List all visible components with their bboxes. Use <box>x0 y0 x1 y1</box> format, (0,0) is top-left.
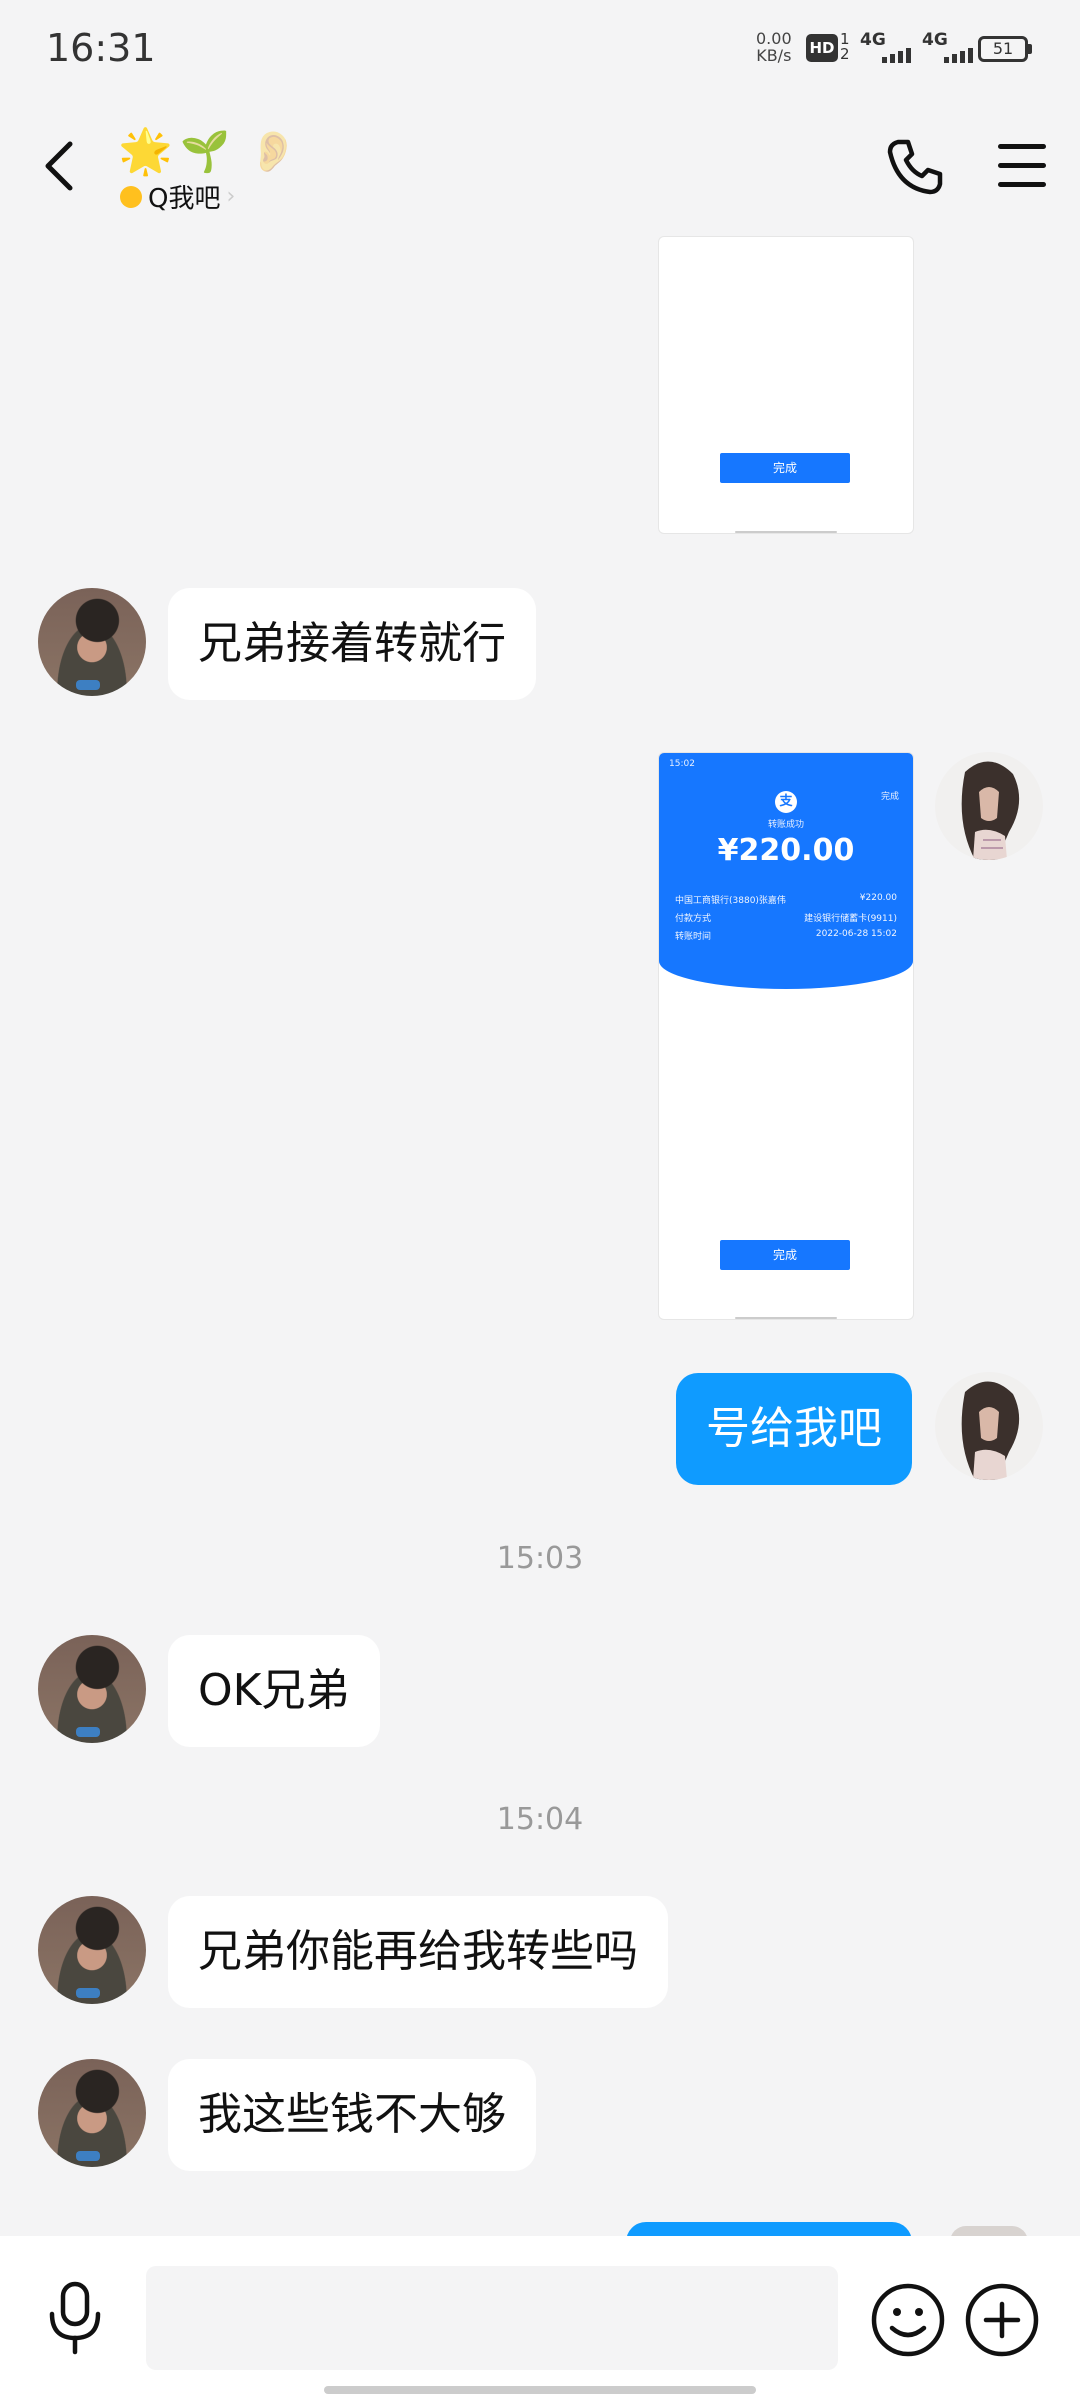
message-bubble-right[interactable]: 号给我吧 <box>676 1373 912 1485</box>
title-ear-emoji: 👂 <box>248 129 298 175</box>
payee-value: ¥220.00 <box>859 893 897 903</box>
network-speed: 0.00 KB/s <box>756 30 792 64</box>
network-speed-value: 0.00 <box>756 29 792 48</box>
hd-voice-icon: HD <box>806 34 838 62</box>
menu-icon[interactable] <box>998 144 1046 188</box>
message-bubble-left[interactable]: OK兄弟 <box>168 1635 380 1747</box>
payment-row-payee: 中国工商银行(3880)张嘉伟 ¥220.00 <box>675 893 897 906</box>
payment-header: 15:02 完成 支 转账成功 ¥220.00 中国工商银行(3880)张嘉伟 … <box>659 753 913 989</box>
my-avatar[interactable] <box>935 1372 1043 1480</box>
payment-row-time: 转账时间 2022-06-28 15:02 <box>675 929 897 942</box>
method-value: 建设银行储蓄卡(9911) <box>804 914 897 924</box>
microphone-icon[interactable] <box>44 2280 106 2356</box>
message-bubble-left[interactable]: 我这些钱不大够 <box>168 2059 536 2171</box>
sim-slot-indicator: 1 2 <box>840 32 850 62</box>
network-type-1: 4G <box>860 30 886 50</box>
sent-screenshot-image[interactable]: 完成 <box>658 236 914 534</box>
message-input[interactable] <box>146 2266 838 2370</box>
signal-bars-icon <box>882 48 911 63</box>
signal-bars-icon <box>944 48 973 63</box>
alipay-icon: 支 <box>775 791 797 813</box>
contact-avatar[interactable] <box>38 1635 146 1743</box>
my-avatar[interactable] <box>935 752 1043 860</box>
title-star-emoji: 🌟 <box>118 126 173 177</box>
title-sprout-emoji: 🌱 <box>180 129 230 175</box>
back-arrow-icon[interactable] <box>40 138 80 194</box>
smile-icon <box>120 185 142 208</box>
payment-status: 转账成功 <box>767 820 804 830</box>
plus-icon[interactable] <box>964 2282 1040 2358</box>
avatar-illustration-icon <box>961 1381 1020 1480</box>
phone-icon[interactable] <box>884 136 944 196</box>
time-label: 转账时间 <box>675 932 712 942</box>
chat-subtitle[interactable]: Q我吧 › <box>120 178 235 215</box>
payment-done-link: 完成 <box>881 792 900 802</box>
sim-slot-2: 2 <box>840 45 850 63</box>
payment-amount: ¥220.00 <box>717 833 855 868</box>
screenshot-done-button: 完成 <box>720 453 850 483</box>
timestamp: 15:03 <box>496 1541 584 1576</box>
chevron-right-icon: › <box>226 184 236 209</box>
network-speed-unit: KB/s <box>756 46 792 65</box>
timestamp: 15:04 <box>496 1802 584 1837</box>
payment-status-time: 15:02 <box>669 759 695 769</box>
emoji-icon[interactable] <box>870 2282 946 2358</box>
signal-group-2: 4G <box>922 30 973 63</box>
payment-row-method: 付款方式 建设银行储蓄卡(9911) <box>675 911 897 924</box>
method-label: 付款方式 <box>675 914 712 924</box>
payment-screenshot-image[interactable]: 15:02 完成 支 转账成功 ¥220.00 中国工商银行(3880)张嘉伟 … <box>658 752 914 1320</box>
time-value: 2022-06-28 15:02 <box>815 929 897 939</box>
signal-group-1: 4G <box>860 30 911 63</box>
subtitle-text: Q我吧 <box>148 184 221 214</box>
message-bubble-left[interactable]: 兄弟接着转就行 <box>168 588 536 700</box>
home-indicator[interactable] <box>324 2386 756 2394</box>
contact-avatar[interactable] <box>38 2059 146 2167</box>
screenshot-home-bar <box>735 531 837 533</box>
contact-avatar[interactable] <box>38 588 146 696</box>
battery-tip <box>1028 44 1032 54</box>
status-time: 16:31 <box>46 26 156 70</box>
battery-icon: 51 <box>978 36 1028 62</box>
message-bubble-left[interactable]: 兄弟你能再给我转些吗 <box>168 1896 668 2008</box>
avatar-illustration-icon <box>961 761 1020 860</box>
screenshot-home-bar <box>735 1317 837 1319</box>
network-type-2: 4G <box>922 30 948 50</box>
payment-done-button: 完成 <box>720 1240 850 1270</box>
contact-avatar[interactable] <box>38 1896 146 2004</box>
payee-label: 中国工商银行(3880)张嘉伟 <box>675 896 786 906</box>
